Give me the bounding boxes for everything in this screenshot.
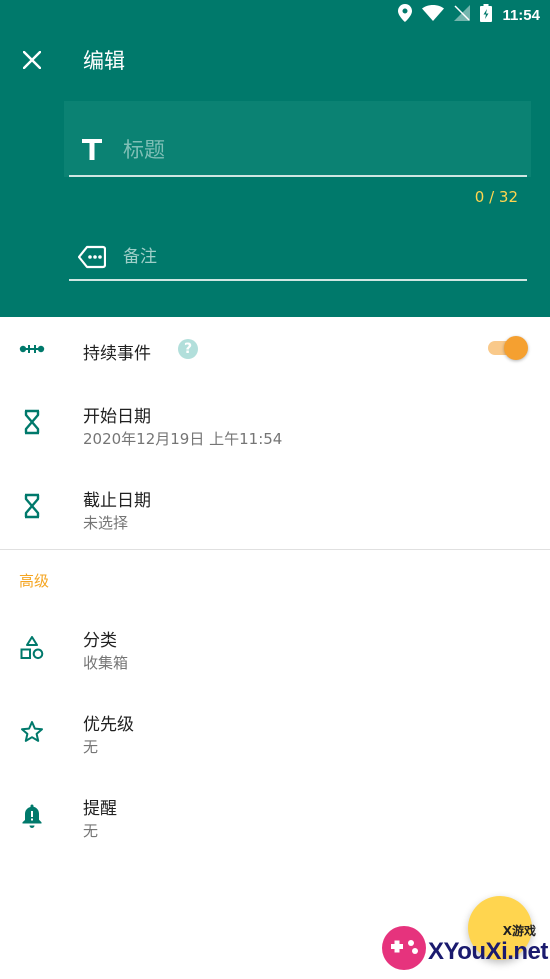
- shapes-category-icon: [18, 634, 46, 662]
- help-icon[interactable]: ?: [178, 339, 198, 359]
- priority-row[interactable]: 优先级 无: [0, 692, 550, 774]
- wifi-icon: [422, 5, 445, 25]
- priority-label: 优先级: [83, 715, 134, 735]
- watermark: X游戏 XYouXi.net: [376, 918, 550, 979]
- continuous-event-toggle[interactable]: [488, 336, 528, 360]
- toggle-thumb: [504, 336, 528, 360]
- no-signal-icon: [454, 5, 471, 25]
- timeline-icon: [18, 335, 46, 363]
- status-bar: 11:54: [0, 0, 550, 30]
- priority-value: 无: [83, 738, 99, 756]
- continuous-event-row[interactable]: 持续事件: [0, 318, 550, 380]
- battery-charging-icon: [480, 4, 493, 26]
- close-button[interactable]: [14, 42, 50, 78]
- start-date-value: 2020年12月19日 上午11:54: [83, 430, 283, 448]
- note-input[interactable]: [123, 243, 513, 271]
- end-date-row[interactable]: 截止日期 未选择: [0, 468, 550, 548]
- category-label: 分类: [83, 631, 117, 651]
- watermark-site-text: XYouXi.net: [428, 938, 548, 965]
- end-date-label: 截止日期: [83, 491, 151, 511]
- start-date-label: 开始日期: [83, 407, 151, 427]
- reminder-value: 无: [83, 822, 99, 840]
- close-icon: [23, 51, 41, 69]
- end-date-value: 未选择: [83, 514, 129, 532]
- star-icon: [18, 718, 46, 746]
- text-title-icon: [82, 139, 102, 160]
- location-icon: [398, 4, 413, 26]
- start-date-row[interactable]: 开始日期 2020年12月19日 上午11:54: [0, 384, 550, 466]
- note-underline: [69, 279, 527, 281]
- bell-alert-icon: [18, 802, 46, 830]
- continuous-event-label: 持续事件: [83, 344, 151, 364]
- char-counter: 0 / 32: [474, 188, 518, 206]
- page-title: 编辑: [83, 49, 125, 73]
- title-underline: [69, 175, 527, 177]
- reminder-row[interactable]: 提醒 无: [0, 776, 550, 858]
- hourglass-icon: [18, 408, 46, 436]
- category-row[interactable]: 分类 收集箱: [0, 608, 550, 690]
- reminder-label: 提醒: [83, 799, 117, 819]
- title-input[interactable]: [123, 132, 513, 168]
- status-time: 11:54: [502, 6, 540, 24]
- app-bar: 11:54 编辑 0 / 32: [0, 0, 550, 317]
- gamepad-logo-icon: [382, 926, 426, 970]
- watermark-small-text: X游戏: [502, 924, 536, 938]
- advanced-section-title: 高级: [19, 572, 50, 590]
- hourglass-icon: [18, 492, 46, 520]
- section-divider: [0, 549, 550, 550]
- category-value: 收集箱: [83, 654, 129, 672]
- label-tag-icon: [78, 245, 106, 269]
